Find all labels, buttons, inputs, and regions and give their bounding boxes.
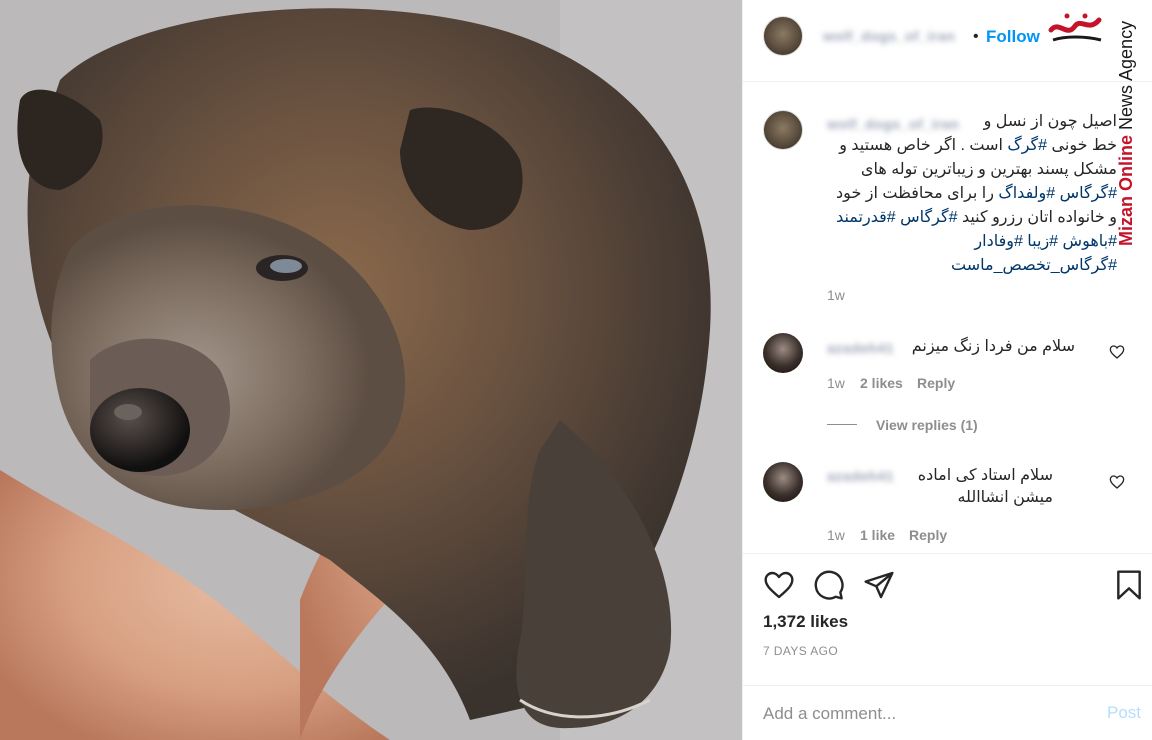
likes-count[interactable]: 1,372 likes (763, 612, 848, 632)
hashtag-link[interactable]: #گرگاس (1060, 185, 1117, 202)
comment-line: سلام من فردا زنگ میزنم (911, 338, 1075, 355)
comment-reply-button[interactable]: Reply (909, 527, 947, 543)
author-avatar[interactable] (763, 16, 803, 56)
caption-text-segment: خط خونی (1047, 137, 1117, 154)
comment-like-heart-icon[interactable] (1109, 344, 1125, 360)
watermark-brand: Mizan Online (1116, 134, 1136, 246)
hashtag-link[interactable]: #باهوش (1063, 233, 1117, 250)
caption-author-avatar[interactable] (763, 110, 803, 150)
post-comment-button[interactable]: Post (1107, 703, 1141, 723)
posted-time: 7 DAYS AGO (763, 644, 839, 658)
hashtag-link[interactable]: #گرگاس (900, 209, 957, 226)
post-side-panel: wolf_dogs_of_iran • Follow Mizan Online … (742, 0, 1152, 740)
caption-text-segment: اصیل چون از نسل و (983, 113, 1117, 130)
comment-bubble-icon[interactable] (813, 569, 845, 601)
caption-line: اصیل چون از نسل و (827, 110, 1117, 134)
hashtag-link[interactable]: #زیبا (1027, 233, 1058, 250)
replies-rule (827, 424, 857, 425)
hashtag-link[interactable]: #گرگ (1007, 137, 1047, 154)
caption-line: #باهوش #زیبا #وفادار (827, 230, 1117, 254)
comment-like-heart-icon[interactable] (1109, 474, 1125, 490)
hashtag-link[interactable]: #وفادار (974, 233, 1022, 250)
add-comment-bar: Post (743, 685, 1152, 740)
heart-icon[interactable] (763, 569, 795, 601)
comment-line: سلام استاد کی اماده (917, 467, 1053, 484)
mizan-logo (1045, 10, 1105, 54)
caption-line: مشکل پسند بهترین و زیباترین توله های (827, 158, 1117, 182)
comment-age: 1w (827, 527, 845, 543)
caption-text-segment: مشکل پسند بهترین و زیباترین توله های (860, 161, 1117, 178)
comment-text: سلام استاد کی اماده میشن انشاالله (827, 465, 1053, 509)
caption-line: خط خونی #گرگ است . اگر خاص هستید و (827, 134, 1117, 158)
add-comment-input[interactable] (763, 702, 1083, 726)
paper-plane-icon[interactable] (863, 569, 895, 601)
watermark-rest: News Agency (1116, 20, 1136, 135)
comment-line: میشن انشاالله (957, 489, 1053, 506)
comment-likes[interactable]: 2 likes (860, 375, 903, 391)
header-separator: • (973, 28, 979, 45)
caption-text-segment: را برای محافظت از خود (836, 185, 999, 202)
bookmark-icon[interactable] (1113, 569, 1145, 601)
caption-line: #گرگاس #ولفداگ را برای محافظت از خود (827, 182, 1117, 206)
view-replies-label: View replies (1) (876, 417, 978, 433)
post-caption: اصیل چون از نسل و خط خونی #گرگ است . اگر … (827, 110, 1117, 278)
hashtag-link[interactable]: #گرگاس_تخصص_ماست (951, 257, 1117, 274)
commenter-avatar[interactable] (763, 333, 803, 373)
comment-age: 1w (827, 375, 845, 391)
commenter-username[interactable]: azadeh41 (827, 340, 894, 356)
hashtag-link[interactable]: #ولفداگ (998, 185, 1055, 202)
comment-reply-button[interactable]: Reply (917, 375, 955, 391)
hashtag-link[interactable]: #قدرتمند (836, 209, 896, 226)
post-header: wolf_dogs_of_iran • Follow (743, 0, 1152, 82)
caption-line: و خانواده اتان رزرو کنید #گرگاس #قدرتمند (827, 206, 1117, 230)
comment-text: سلام من فردا زنگ میزنم (903, 336, 1075, 358)
post-photo[interactable] (0, 0, 742, 740)
follow-button[interactable]: Follow (986, 27, 1040, 47)
comment-likes[interactable]: 1 like (860, 527, 895, 543)
caption-age: 1w (827, 287, 845, 303)
caption-text-segment: است . اگر خاص هستید و (839, 137, 1008, 154)
caption-line: #گرگاس_تخصص_ماست (827, 254, 1117, 278)
wolf-puppy-image (0, 0, 742, 740)
author-username[interactable]: wolf_dogs_of_iran (823, 28, 955, 44)
post-actions: 1,372 likes 7 DAYS AGO Post (743, 553, 1152, 740)
caption-text-segment: و خانواده اتان رزرو کنید (957, 209, 1117, 226)
commenter-avatar[interactable] (763, 462, 803, 502)
